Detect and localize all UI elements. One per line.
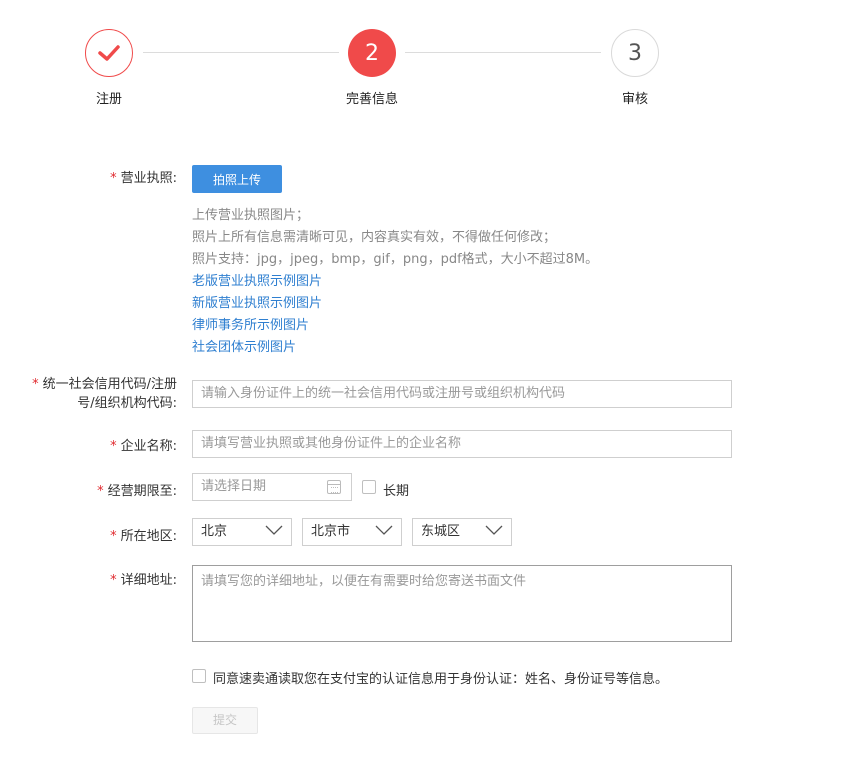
law-firm-sample-link[interactable]: 律师事务所示例图片: [192, 314, 309, 333]
period-label: * 经营期限至:: [97, 484, 177, 499]
step-1-label: 注册: [95, 92, 122, 107]
step-2-circle: 2: [348, 29, 396, 77]
date-picker-input[interactable]: 请选择日期: [192, 473, 352, 501]
credit-code-input[interactable]: 请输入身份证件上的统一社会信用代码或注册号或组织机构代码: [192, 380, 732, 408]
step-2-label: 完善信息: [345, 92, 398, 107]
date-placeholder: 请选择日期: [201, 479, 267, 494]
long-term-checkbox[interactable]: [362, 480, 376, 494]
step-connector: [143, 52, 339, 53]
step-3-label: 审核: [621, 92, 648, 107]
chevron-down-icon: [265, 525, 283, 535]
required-mark: *: [110, 171, 117, 186]
address-label: * 详细地址:: [110, 573, 177, 588]
step-3-circle: 3: [611, 29, 659, 77]
city-select[interactable]: 北京市: [302, 518, 402, 546]
step-1-check-icon: [85, 29, 133, 77]
long-term-label: 长期: [383, 484, 410, 499]
chevron-down-icon: [485, 525, 503, 535]
chevron-down-icon: [375, 525, 393, 535]
license-hint: 上传营业执照图片；: [192, 208, 310, 223]
agreement-text: 同意速卖通读取您在支付宝的认证信息用于身份认证：姓名、身份证号等信息。: [213, 672, 669, 687]
company-name-input[interactable]: 请填写营业执照或其他身份证件上的企业名称: [192, 430, 732, 458]
agreement-checkbox[interactable]: [192, 669, 206, 683]
province-select[interactable]: 北京: [192, 518, 292, 546]
calendar-icon[interactable]: [327, 480, 341, 494]
old-license-sample-link[interactable]: 老版营业执照示例图片: [192, 270, 322, 289]
credit-code-label: * 统一社会信用代码/注册 号/组织机构代码:: [32, 377, 177, 411]
company-name-label: * 企业名称:: [110, 439, 177, 454]
progress-stepper: 注册 2 完善信息 3 审核: [0, 0, 857, 120]
new-license-sample-link[interactable]: 新版营业执照示例图片: [192, 292, 322, 311]
address-textarea[interactable]: 请填写您的详细地址，以便在有需要时给您寄送书面文件: [192, 565, 732, 642]
license-label: * 营业执照:: [110, 171, 177, 186]
district-select[interactable]: 东城区: [412, 518, 512, 546]
license-hint: 照片支持：jpg，jpeg，bmp，gif，png，pdf格式，大小不超过8M。: [192, 252, 599, 267]
license-hint: 照片上所有信息需清晰可见，内容真实有效，不得做任何修改；: [192, 230, 557, 245]
region-label: * 所在地区:: [110, 529, 177, 544]
social-group-sample-link[interactable]: 社会团体示例图片: [192, 336, 296, 355]
step-connector: [405, 52, 601, 53]
photo-upload-button[interactable]: 拍照上传: [192, 165, 282, 193]
submit-button[interactable]: 提交: [192, 707, 258, 734]
